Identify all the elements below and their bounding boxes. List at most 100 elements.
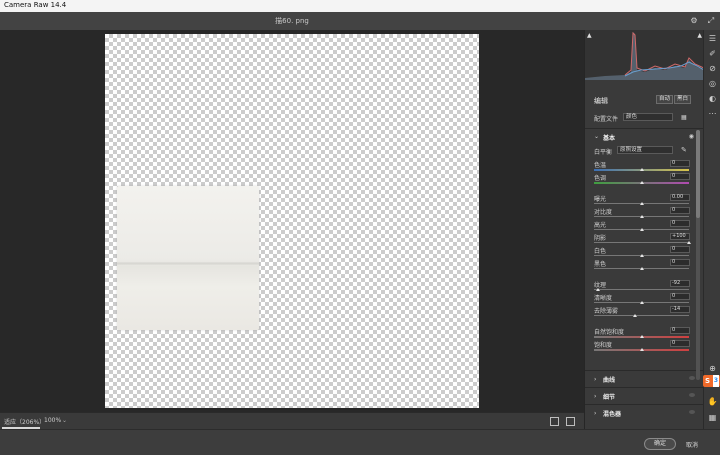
slider-value-input[interactable]: 0 (670, 173, 690, 180)
white-balance-select[interactable]: 原照设置 (617, 146, 673, 154)
section-curves[interactable]: › 曲线 (585, 370, 704, 387)
slider-thumb[interactable] (639, 228, 644, 231)
ime-indicator[interactable]: S 3 (703, 375, 720, 387)
slider-thumb[interactable] (639, 348, 644, 351)
slider-thumb[interactable] (639, 215, 644, 218)
ime-label: S (705, 377, 711, 385)
eye-icon[interactable]: ◉ (689, 133, 694, 140)
slider-row: 去除薄雾 -14 (585, 306, 704, 319)
brush-icon[interactable]: ✐ (707, 48, 718, 59)
slider-track[interactable] (594, 289, 689, 290)
image-preview[interactable] (105, 34, 479, 408)
slider-thumb[interactable] (639, 202, 644, 205)
slider-row: 色温 0 (585, 160, 704, 173)
profile-select[interactable]: 颜色 (623, 113, 673, 121)
single-view-icon[interactable] (550, 417, 559, 426)
eye-icon[interactable] (689, 376, 695, 380)
slider-value-input[interactable]: 0 (670, 327, 690, 334)
zoom-fit-button[interactable]: 适应（206%） (4, 417, 45, 426)
slider-value-input[interactable]: 0 (670, 207, 690, 214)
chevron-right-icon: › (594, 410, 597, 417)
basic-section-header[interactable]: ⌄ 基本 ◉ (585, 128, 704, 142)
zoom-value[interactable]: 100% (44, 417, 61, 424)
mask-icon[interactable]: ◐ (707, 93, 718, 104)
slider-thumb[interactable] (595, 288, 600, 291)
slider-thumb[interactable] (639, 301, 644, 304)
white-balance-row: 白平衡 原照设置 ✎ (585, 145, 704, 157)
redeye-icon[interactable]: ◎ (707, 78, 718, 89)
edit-panel: ▲ ▲ 编辑 自动 黑白 配置文件 颜色 ▦ ⌄ 基本 ◉ 白平衡 原照设置 ✎… (584, 30, 704, 429)
eyedropper-icon[interactable]: ✎ (681, 146, 687, 154)
edit-header: 编辑 自动 黑白 (585, 93, 704, 107)
image-canvas-area (0, 30, 584, 412)
slider-value-input[interactable]: 0 (670, 220, 690, 227)
slider-thumb[interactable] (639, 254, 644, 257)
section-color-mixer-label: 混色器 (603, 411, 622, 418)
slider-label: 白色 (594, 248, 607, 255)
slider-thumb[interactable] (639, 168, 644, 171)
edit-sliders-icon[interactable]: ☰ (707, 33, 718, 44)
grid-icon[interactable]: ▦ (681, 114, 687, 121)
eye-icon[interactable] (689, 410, 695, 414)
edit-title: 编辑 (594, 97, 608, 105)
section-detail[interactable]: › 细节 (585, 387, 704, 404)
section-color-mixer[interactable]: › 混色器 (585, 404, 704, 421)
slider-value-input[interactable]: 0 (670, 259, 690, 266)
slider-value-input[interactable]: 0 (670, 340, 690, 347)
cancel-button[interactable]: 取消 (686, 440, 698, 449)
section-detail-label: 细节 (603, 394, 616, 401)
hand-icon[interactable]: ✋ (707, 396, 718, 407)
slider-value-input[interactable]: 0 (670, 160, 690, 167)
slider-label: 黑色 (594, 261, 607, 268)
slider-value-input[interactable]: 0 (670, 293, 690, 300)
more-icon[interactable]: ⋯ (707, 108, 718, 119)
white-balance-label: 白平衡 (594, 149, 613, 156)
app-title: Camera Raw 14.4 (4, 1, 67, 9)
slider-thumb[interactable] (639, 267, 644, 270)
shadow-clip-icon[interactable]: ▲ (587, 32, 592, 39)
slider-value-input[interactable]: -14 (670, 306, 690, 313)
bw-button[interactable]: 黑白 (674, 95, 692, 104)
chevron-right-icon: › (594, 376, 597, 383)
scrollbar-handle[interactable] (696, 130, 700, 218)
slider-row: 高光 0 (585, 220, 704, 233)
eye-icon[interactable] (689, 393, 695, 397)
slider-row: 阴影 +100 (585, 233, 704, 246)
gear-icon[interactable]: ⚙ (689, 16, 699, 26)
slider-row: 纹理 -92 (585, 280, 704, 293)
slider-row: 对比度 0 (585, 207, 704, 220)
ok-button[interactable]: 确定 (644, 438, 676, 450)
profile-row: 配置文件 颜色 ▦ (585, 112, 704, 124)
slider-label: 色调 (594, 175, 607, 182)
fullscreen-icon[interactable]: ⤢ (706, 16, 716, 26)
heal-icon[interactable]: ⊘ (707, 63, 718, 74)
slider-row: 色调 0 (585, 173, 704, 186)
chevron-down-icon: ⌄ (594, 133, 600, 140)
highlight-clip-icon[interactable]: ▲ (697, 32, 702, 39)
slider-label: 饱和度 (594, 342, 613, 349)
slider-thumb[interactable] (639, 335, 644, 338)
window-titlebar: Camera Raw 14.4 (0, 0, 720, 12)
slider-label: 清晰度 (594, 295, 613, 302)
slider-row: 清晰度 0 (585, 293, 704, 306)
slider-row: 黑色 0 (585, 259, 704, 272)
tool-strip: ☰ ✐ ⊘ ◎ ◐ ⋯ ⊕ ✋ ▦ (703, 30, 720, 429)
slider-value-input[interactable]: 0.00 (670, 194, 690, 201)
slider-track[interactable] (594, 315, 689, 316)
histogram-graph (585, 31, 704, 80)
slider-value-input[interactable]: +100 (670, 233, 690, 240)
auto-button[interactable]: 自动 (656, 95, 674, 104)
slider-row: 饱和度 0 (585, 340, 704, 353)
slider-thumb[interactable] (632, 314, 637, 317)
slider-value-input[interactable]: -92 (670, 280, 690, 287)
grid-toggle-icon[interactable]: ▦ (707, 412, 718, 423)
slider-thumb[interactable] (639, 181, 644, 184)
slider-thumb[interactable] (687, 241, 691, 244)
chevron-down-icon[interactable]: ⌄ (62, 417, 67, 424)
basic-title: 基本 (603, 135, 616, 142)
slider-value-input[interactable]: 0 (670, 246, 690, 253)
slider-track[interactable] (594, 242, 689, 243)
compare-view-icon[interactable] (566, 417, 575, 426)
panel-scrollbar[interactable] (696, 130, 700, 380)
zoom-icon[interactable]: ⊕ (707, 363, 718, 374)
